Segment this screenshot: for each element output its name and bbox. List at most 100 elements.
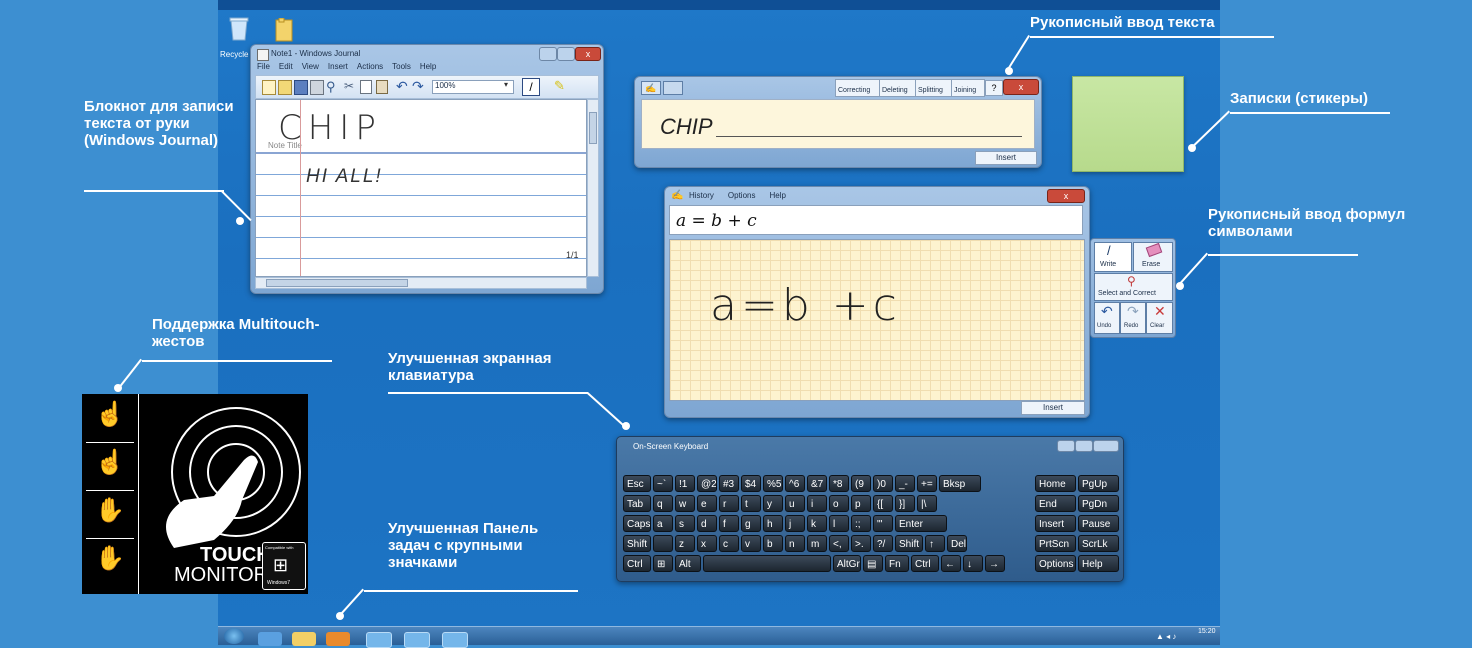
osk-key[interactable]: Del [947, 535, 967, 552]
osk-key[interactable]: n [785, 535, 805, 552]
open-icon[interactable] [278, 80, 292, 95]
tip-correcting-button[interactable]: Correcting [835, 79, 881, 97]
search-icon[interactable]: ⚲ [326, 79, 336, 95]
osk-close-button[interactable] [1093, 440, 1119, 452]
osk-key[interactable]: y [763, 495, 783, 512]
tip-keyboard-icon[interactable] [663, 81, 683, 95]
tip-deleting-button[interactable]: Deleting [879, 79, 917, 97]
osk-key[interactable]: (9 [851, 475, 871, 492]
osk-key[interactable]: Enter [895, 515, 947, 532]
osk-key[interactable]: |\ [917, 495, 937, 512]
osk-key[interactable]: *8 [829, 475, 849, 492]
osk-key[interactable]: Shift [895, 535, 923, 552]
redo-icon[interactable]: ↷ [412, 78, 424, 95]
osk-key[interactable]: j [785, 515, 805, 532]
osk-key[interactable]: !1 [675, 475, 695, 492]
osk-key[interactable]: e [697, 495, 717, 512]
osk-nav-key[interactable]: Options [1035, 555, 1076, 572]
write-button[interactable]: / Write [1094, 242, 1132, 272]
zoom-select[interactable]: 100% [432, 80, 514, 94]
osk-key[interactable]: q [653, 495, 673, 512]
tip-pen-icon[interactable]: ✍ [641, 81, 661, 95]
menu-actions[interactable]: Actions [357, 62, 383, 74]
osk-key[interactable]: p [851, 495, 871, 512]
start-button[interactable] [224, 628, 244, 644]
osk-key[interactable] [653, 535, 673, 552]
osk-key[interactable]: ↓ [963, 555, 983, 572]
osk-key[interactable]: <, [829, 535, 849, 552]
osk-key[interactable]: x [697, 535, 717, 552]
tip-help-icon[interactable]: ? [985, 80, 1003, 96]
math-insert-button[interactable]: Insert [1021, 401, 1085, 415]
osk-key[interactable]: o [829, 495, 849, 512]
tip-insert-button[interactable]: Insert [975, 151, 1037, 165]
osk-key[interactable]: i [807, 495, 827, 512]
menu-options[interactable]: Options [728, 191, 756, 200]
osk-key[interactable]: g [741, 515, 761, 532]
osk-key[interactable]: k [807, 515, 827, 532]
chevron-down-icon[interactable]: ▾ [504, 80, 508, 89]
osk-key[interactable]: &7 [807, 475, 827, 492]
osk-key[interactable]: f [719, 515, 739, 532]
journal-page[interactable]: CHIP Note Title HI ALL! 1/1 [255, 99, 587, 277]
osk-key[interactable]: v [741, 535, 761, 552]
osk-key[interactable]: ⊞ [653, 555, 673, 572]
cut-icon[interactable]: ✂ [344, 79, 354, 93]
undo-button[interactable]: ↶ Undo [1094, 302, 1120, 334]
journal-horizontal-scrollbar[interactable] [255, 277, 587, 289]
osk-nav-key[interactable]: PrtScn [1035, 535, 1076, 552]
taskbar-app-icon-2[interactable] [404, 632, 430, 648]
osk-nav-key[interactable]: End [1035, 495, 1076, 512]
osk-key[interactable]: u [785, 495, 805, 512]
osk-key[interactable]: t [741, 495, 761, 512]
osk-key[interactable]: Esc [623, 475, 651, 492]
osk-key[interactable]: l [829, 515, 849, 532]
osk-key[interactable]: → [985, 555, 1005, 572]
osk-key[interactable]: >. [851, 535, 871, 552]
taskbar-app-icon-3[interactable] [442, 632, 468, 648]
menu-edit[interactable]: Edit [279, 62, 293, 74]
copy-icon[interactable] [360, 80, 372, 94]
select-and-correct-button[interactable]: ⚲ Select and Correct [1094, 273, 1173, 301]
sticky-note[interactable] [1072, 76, 1184, 172]
osk-key[interactable]: Shift [623, 535, 651, 552]
osk-key[interactable]: s [675, 515, 695, 532]
osk-key[interactable]: Caps [623, 515, 651, 532]
osk-maximize-button[interactable] [1075, 440, 1093, 452]
osk-key[interactable]: ~` [653, 475, 673, 492]
osk-key[interactable]: ← [941, 555, 961, 572]
menu-insert[interactable]: Insert [328, 62, 348, 74]
journal-close-button[interactable]: x [575, 47, 601, 61]
tip-writing-pad[interactable]: CHIP [641, 99, 1035, 149]
osk-key[interactable]: ?/ [873, 535, 893, 552]
menu-math-help[interactable]: Help [769, 191, 785, 200]
osk-nav-key[interactable]: ScrLk [1078, 535, 1119, 552]
journal-maximize-button[interactable] [557, 47, 575, 61]
osk-nav-key[interactable]: Help [1078, 555, 1119, 572]
menu-tools[interactable]: Tools [392, 62, 411, 74]
osk-key[interactable]: Fn [885, 555, 909, 572]
osk-key[interactable] [703, 555, 831, 572]
osk-key[interactable]: += [917, 475, 937, 492]
save-icon[interactable] [294, 80, 308, 95]
osk-key[interactable]: ↑ [925, 535, 945, 552]
osk-key[interactable]: )0 [873, 475, 893, 492]
osk-key[interactable]: #3 [719, 475, 739, 492]
osk-key[interactable]: h [763, 515, 783, 532]
erase-button[interactable]: Erase [1133, 242, 1173, 272]
osk-nav-key[interactable]: Home [1035, 475, 1076, 492]
osk-key[interactable]: %5 [763, 475, 783, 492]
osk-key[interactable]: z [675, 535, 695, 552]
osk-key[interactable]: d [697, 515, 717, 532]
osk-nav-key[interactable]: PgUp [1078, 475, 1119, 492]
osk-key[interactable]: ▤ [863, 555, 883, 572]
osk-key[interactable]: {[ [873, 495, 893, 512]
print-icon[interactable] [310, 80, 324, 95]
osk-key[interactable]: :; [851, 515, 871, 532]
highlighter-icon[interactable]: ✎ [554, 78, 565, 94]
osk-key[interactable]: $4 [741, 475, 761, 492]
osk-key[interactable]: r [719, 495, 739, 512]
osk-nav-key[interactable]: Pause [1078, 515, 1119, 532]
tray-icons[interactable]: ▲ ◂ ♪ [1156, 632, 1196, 642]
math-writing-area[interactable]: a=b +c [669, 239, 1085, 401]
